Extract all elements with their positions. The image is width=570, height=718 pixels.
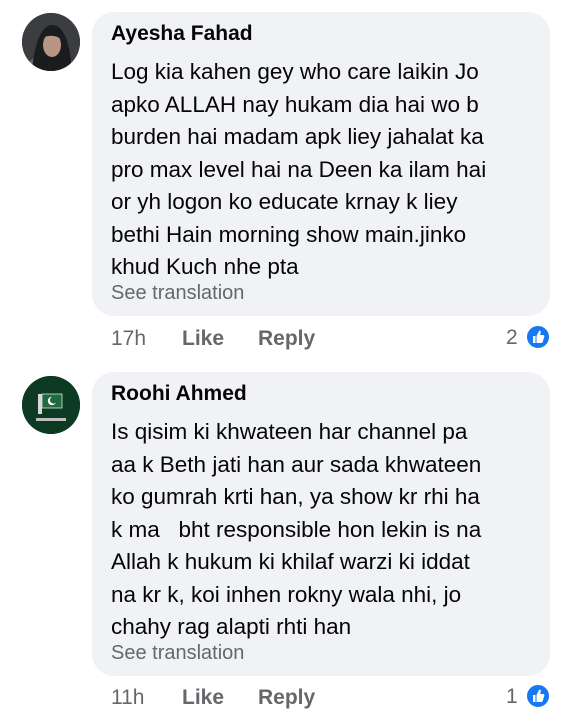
- comment-roohi: Roohi Ahmed Is qisim ki khwateen har cha…: [0, 360, 570, 718]
- comment-line: chahy rag alapti rhti han: [111, 614, 352, 639]
- reply-button[interactable]: Reply: [258, 327, 315, 351]
- comment-line: apko ALLAH nay hukam dia hai wo b: [111, 91, 479, 117]
- like-thumbs-up-icon[interactable]: [525, 683, 551, 709]
- comment-line: burden hai madam apk liey jahalat ka: [111, 124, 484, 149]
- like-button[interactable]: Like: [182, 686, 224, 710]
- comment-line: pro max level hai na Deen ka ilam hai: [111, 156, 487, 182]
- comment-bubble: Ayesha Fahad Log kia kahen gey who care …: [92, 12, 550, 316]
- comment-line: na kr k, koi inhen rokny wala nhi, jo: [111, 581, 462, 607]
- comment-line: Log kia kahen gey who care laikin Jo: [111, 59, 479, 84]
- author-name[interactable]: Ayesha Fahad: [111, 22, 253, 46]
- timestamp[interactable]: 11h: [111, 686, 144, 710]
- avatar[interactable]: [22, 376, 80, 434]
- reaction-count[interactable]: 2: [506, 326, 518, 350]
- reply-button[interactable]: Reply: [258, 686, 315, 710]
- comment-text: Log kia kahen gey who care laikin Jo apk…: [111, 56, 541, 284]
- pakistan-flag-icon: [22, 376, 80, 434]
- comment-bubble: Roohi Ahmed Is qisim ki khwateen har cha…: [92, 372, 550, 676]
- comment-text: Is qisim ki khwateen har channel pa aa k…: [111, 416, 541, 644]
- profile-photo-icon: [22, 13, 80, 71]
- comment-line: or yh logon ko educate krnay k liey: [111, 189, 458, 214]
- like-thumbs-up-icon[interactable]: [525, 324, 551, 350]
- see-translation-link[interactable]: See translation: [111, 282, 244, 305]
- comment-line: Allah k hukum ki khilaf warzi ki iddat: [111, 549, 470, 574]
- comment-line: bethi Hain morning show main.jinko: [111, 221, 467, 247]
- comment-ayesha: Ayesha Fahad Log kia kahen gey who care …: [0, 0, 570, 360]
- comment-line: Is qisim ki khwateen har channel pa: [111, 419, 468, 444]
- comment-line: aa k Beth jati han aur sada khwateen: [111, 451, 482, 477]
- comment-line: ko gumrah krti han, ya show kr rhi ha: [111, 484, 480, 509]
- reaction-count[interactable]: 1: [506, 685, 518, 709]
- comment-line: khud Kuch nhe pta: [111, 254, 299, 279]
- like-button[interactable]: Like: [182, 327, 224, 351]
- see-translation-link[interactable]: See translation: [111, 642, 244, 665]
- author-name[interactable]: Roohi Ahmed: [111, 382, 247, 406]
- timestamp[interactable]: 17h: [111, 327, 146, 351]
- avatar[interactable]: [22, 13, 80, 71]
- comment-line: k ma bht responsible hon lekin is na: [111, 516, 482, 542]
